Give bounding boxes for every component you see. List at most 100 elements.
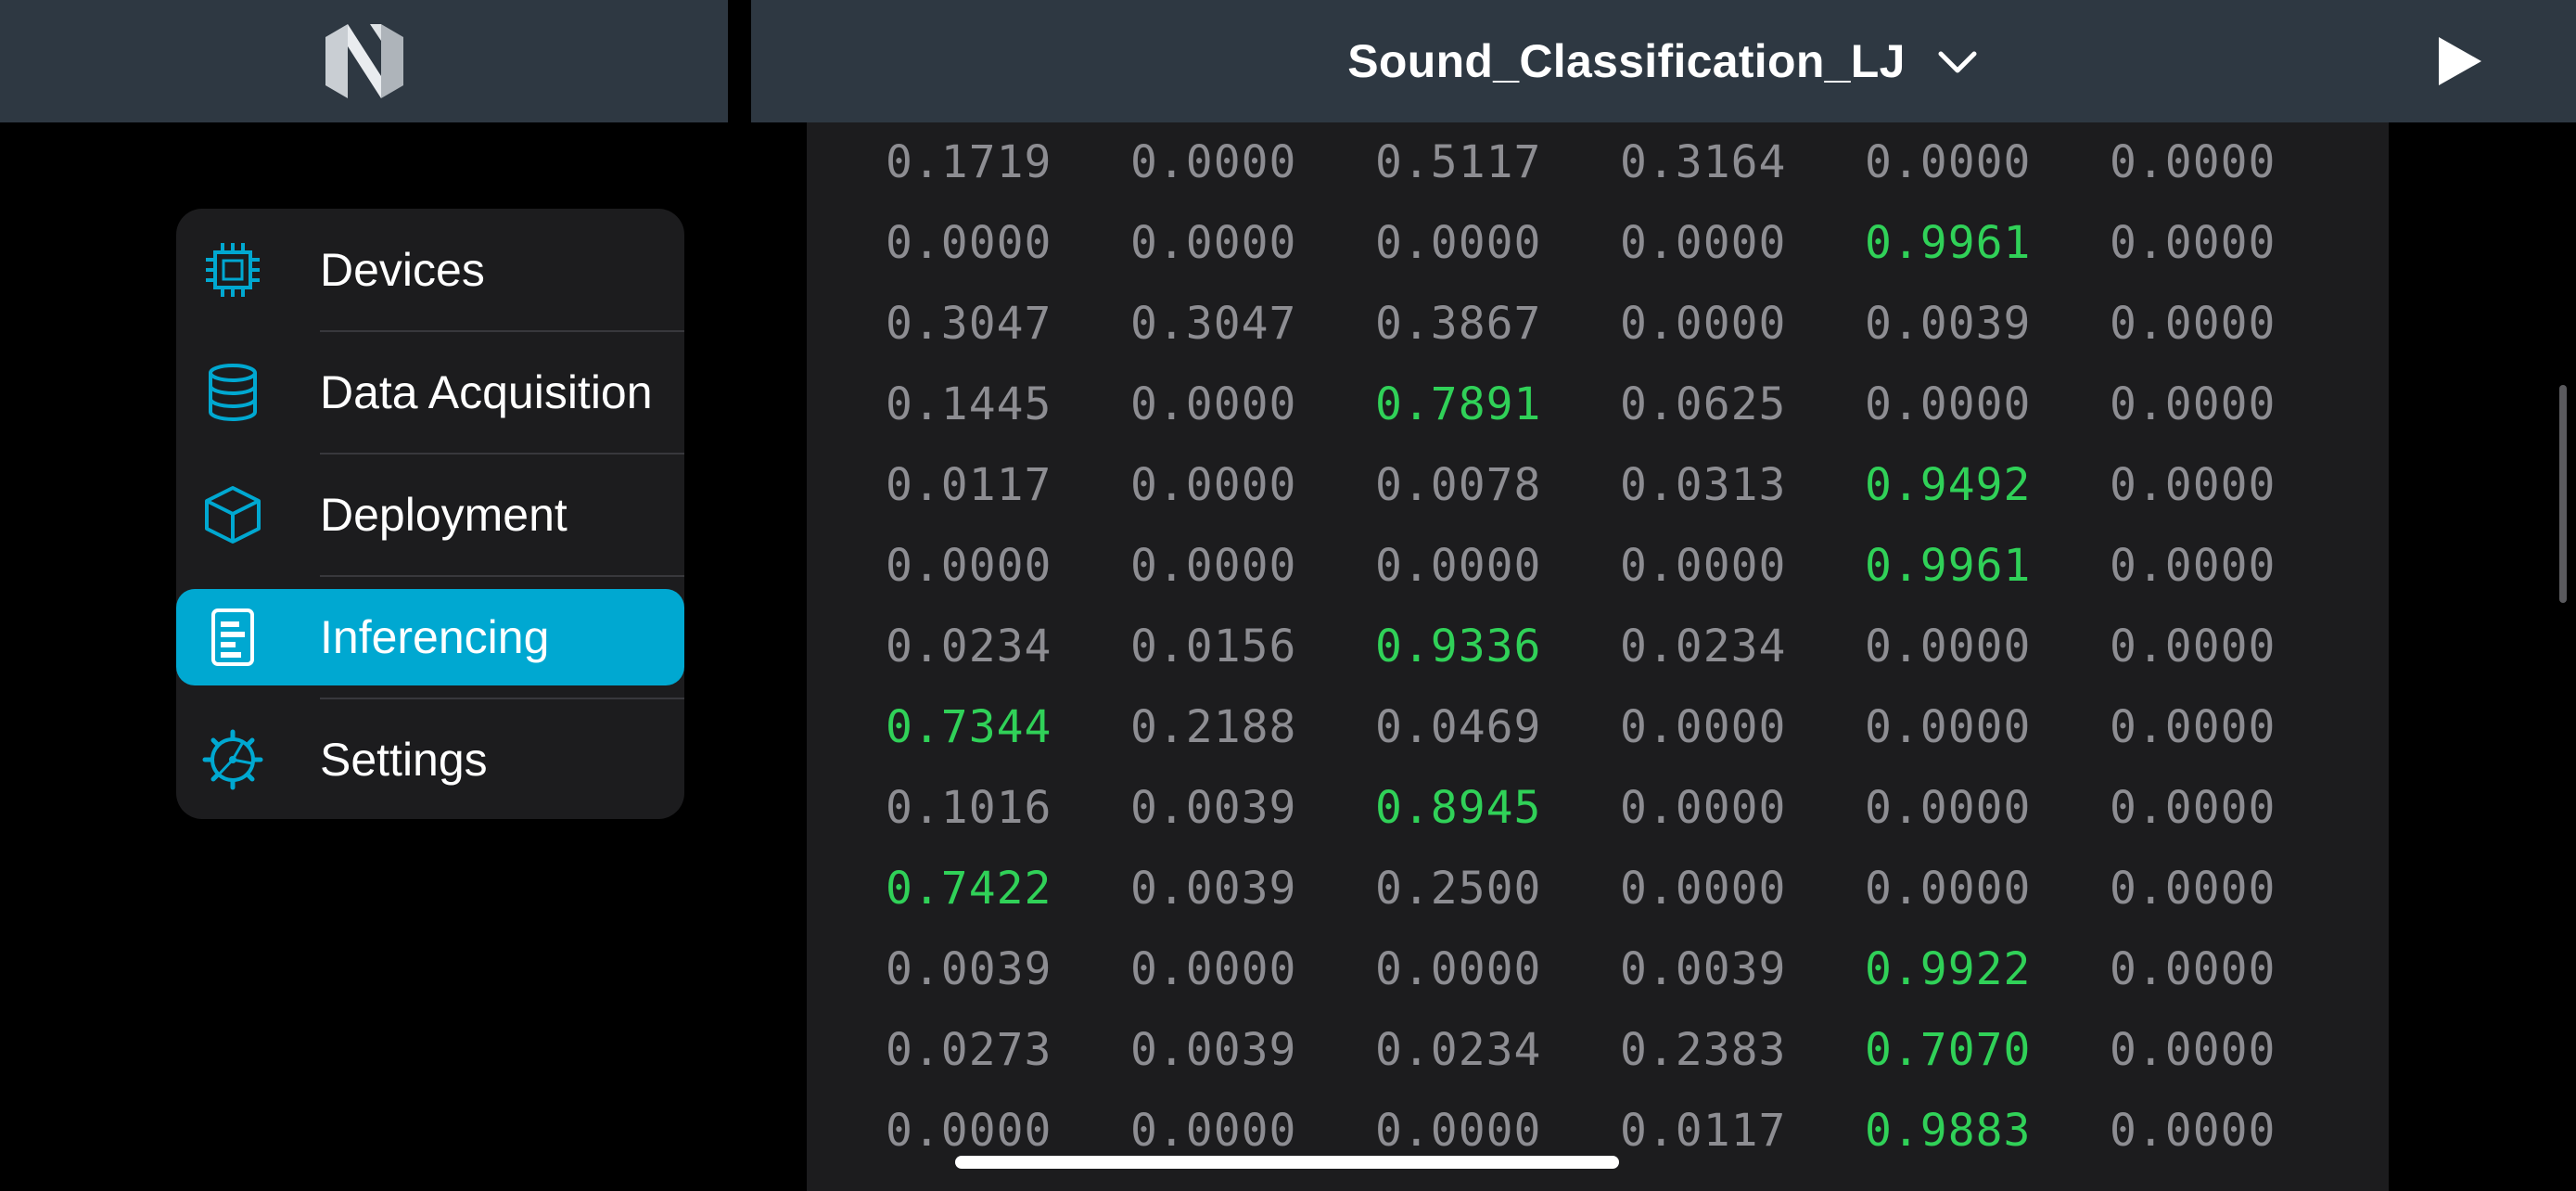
probability-cell: 0.0000 — [1130, 459, 1297, 511]
probability-cell: 0.0117 — [886, 459, 1052, 511]
probability-cell: 0.9336 — [1375, 621, 1542, 672]
probability-cell: 0.0000 — [1865, 621, 2032, 672]
probability-cell: 0.0000 — [1865, 378, 2032, 430]
gear-icon — [202, 729, 263, 790]
probability-cell: 0.0039 — [1130, 863, 1297, 915]
probability-cell: 0.8945 — [1375, 782, 1542, 834]
chevron-down-icon[interactable] — [1935, 46, 1980, 76]
probability-cell: 0.0000 — [1130, 217, 1297, 269]
probability-cell: 0.0234 — [1375, 1024, 1542, 1076]
probability-cell: 0.0000 — [2110, 136, 2276, 188]
probability-cell: 0.3164 — [1620, 136, 1787, 188]
top-bar: Sound_Classification_LJ — [751, 0, 2576, 122]
sidebar-item-deployment[interactable]: Deployment — [176, 454, 684, 576]
project-title[interactable]: Sound_Classification_LJ — [1347, 34, 1905, 88]
probability-cell: 0.0000 — [1375, 943, 1542, 995]
probability-cell: 0.0039 — [1130, 1024, 1297, 1076]
probability-cell: 0.7344 — [886, 701, 1052, 753]
sidebar-item-label: Data Acquisition — [320, 366, 653, 418]
probability-cell: 0.0234 — [1620, 621, 1787, 672]
probability-cell: 0.9883 — [1865, 1105, 2032, 1157]
probability-cell: 0.0000 — [1620, 298, 1787, 350]
table-row: 0.0117 0.0000 0.0078 0.0313 0.9492 0.0000 — [807, 445, 2389, 526]
probability-cell: 0.0078 — [1375, 459, 1542, 511]
probability-cell: 0.0000 — [2110, 943, 2276, 995]
probability-cell: 0.0000 — [1375, 217, 1542, 269]
probability-cell: 0.0000 — [2110, 1105, 2276, 1157]
probability-cell: 0.7422 — [886, 863, 1052, 915]
scrollbar[interactable] — [2559, 385, 2567, 603]
chip-icon — [202, 239, 263, 301]
probability-cell: 0.1016 — [886, 782, 1052, 834]
probability-cell: 0.9961 — [1865, 217, 2032, 269]
probability-cell: 0.0000 — [1130, 540, 1297, 592]
probability-cell: 0.0000 — [1375, 540, 1542, 592]
probability-cell: 0.3867 — [1375, 298, 1542, 350]
table-row: 0.7344 0.2188 0.0469 0.0000 0.0000 0.0000 — [807, 687, 2389, 768]
probability-cell: 0.0000 — [1865, 136, 2032, 188]
sidebar-item-data-acquisition[interactable]: Data Acquisition — [176, 331, 684, 454]
probability-cell: 0.0039 — [886, 943, 1052, 995]
probability-cell: 0.0000 — [1130, 378, 1297, 430]
probability-cell: 0.2383 — [1620, 1024, 1787, 1076]
probability-cell: 0.0000 — [1620, 701, 1787, 753]
probability-cell: 0.7891 — [1375, 378, 1542, 430]
probability-cell: 0.0000 — [1130, 136, 1297, 188]
nordic-logo-icon — [325, 24, 403, 98]
database-icon — [202, 362, 263, 423]
table-row: 0.0273 0.0039 0.0234 0.2383 0.7070 0.0000 — [807, 1010, 2389, 1091]
sidebar-item-label: Settings — [320, 734, 488, 786]
probability-cell: 0.0000 — [1130, 943, 1297, 995]
probability-cell: 0.0273 — [886, 1024, 1052, 1076]
probability-cell: 0.9922 — [1865, 943, 2032, 995]
probability-cell: 0.0000 — [1620, 863, 1787, 915]
sidebar-item-settings[interactable]: Settings — [176, 698, 684, 819]
sidebar-item-label: Deployment — [320, 489, 567, 541]
probability-cell: 0.3047 — [1130, 298, 1297, 350]
sidebar-item-inferencing[interactable]: Inferencing — [176, 589, 684, 685]
probability-cell: 0.3047 — [886, 298, 1052, 350]
probability-cell: 0.0000 — [1865, 782, 2032, 834]
probability-cell: 0.0000 — [2110, 540, 2276, 592]
probability-cell: 0.0039 — [1865, 298, 2032, 350]
sidebar-item-label: Inferencing — [320, 611, 550, 663]
inference-results-panel[interactable]: 0.82810.01560.15230.00390.00000.00000.17… — [807, 0, 2389, 1191]
table-row: 0.0000 0.0000 0.0000 0.0000 0.9961 0.0000 — [807, 526, 2389, 607]
report-icon — [202, 607, 263, 668]
probability-cell: 0.0313 — [1620, 459, 1787, 511]
probability-cell: 0.9961 — [1865, 540, 2032, 592]
package-icon — [202, 484, 263, 545]
probability-cell: 0.0117 — [1620, 1105, 1787, 1157]
probability-cell: 0.1719 — [886, 136, 1052, 188]
probability-cell: 0.0469 — [1375, 701, 1542, 753]
divider — [320, 575, 684, 577]
probability-cell: 0.0625 — [1620, 378, 1787, 430]
probability-cell: 0.0000 — [2110, 298, 2276, 350]
table-row: 0.1016 0.0039 0.8945 0.0000 0.0000 0.0000 — [807, 768, 2389, 849]
project-selector[interactable]: Sound_Classification_LJ — [751, 0, 2576, 122]
probability-cell: 0.0039 — [1620, 943, 1787, 995]
probability-cell: 0.0000 — [1865, 863, 2032, 915]
probability-cell: 0.0000 — [2110, 782, 2276, 834]
table-row: 0.0000 0.0000 0.0000 0.0000 0.9961 0.0000 — [807, 203, 2389, 284]
table-row: 0.7422 0.0039 0.2500 0.0000 0.0000 0.0000 — [807, 849, 2389, 929]
probability-cell: 0.0000 — [2110, 459, 2276, 511]
table-row: 0.1445 0.0000 0.7891 0.0625 0.0000 0.0000 — [807, 365, 2389, 445]
table-row: 0.3047 0.3047 0.3867 0.0000 0.0039 0.0000 — [807, 284, 2389, 365]
probability-cell: 0.1445 — [886, 378, 1052, 430]
home-indicator[interactable] — [955, 1156, 1619, 1169]
probability-cell: 0.0000 — [2110, 217, 2276, 269]
probability-cell: 0.2500 — [1375, 863, 1542, 915]
sidebar-menu: Devices Data Acquisition Deployment Infe… — [176, 209, 684, 819]
sidebar-item-devices[interactable]: Devices — [176, 209, 684, 331]
probability-cell: 0.5117 — [1375, 136, 1542, 188]
probability-cell: 0.0000 — [2110, 701, 2276, 753]
sidebar-header — [0, 0, 728, 122]
table-row: 0.0234 0.0156 0.9336 0.0234 0.0000 0.0000 — [807, 607, 2389, 687]
probability-cell: 0.2188 — [1130, 701, 1297, 753]
play-icon[interactable] — [2435, 37, 2483, 85]
probability-cell: 0.0000 — [2110, 378, 2276, 430]
probability-cell: 0.7070 — [1865, 1024, 2032, 1076]
probability-cell: 0.0000 — [1620, 217, 1787, 269]
probability-cell: 0.0039 — [1130, 782, 1297, 834]
